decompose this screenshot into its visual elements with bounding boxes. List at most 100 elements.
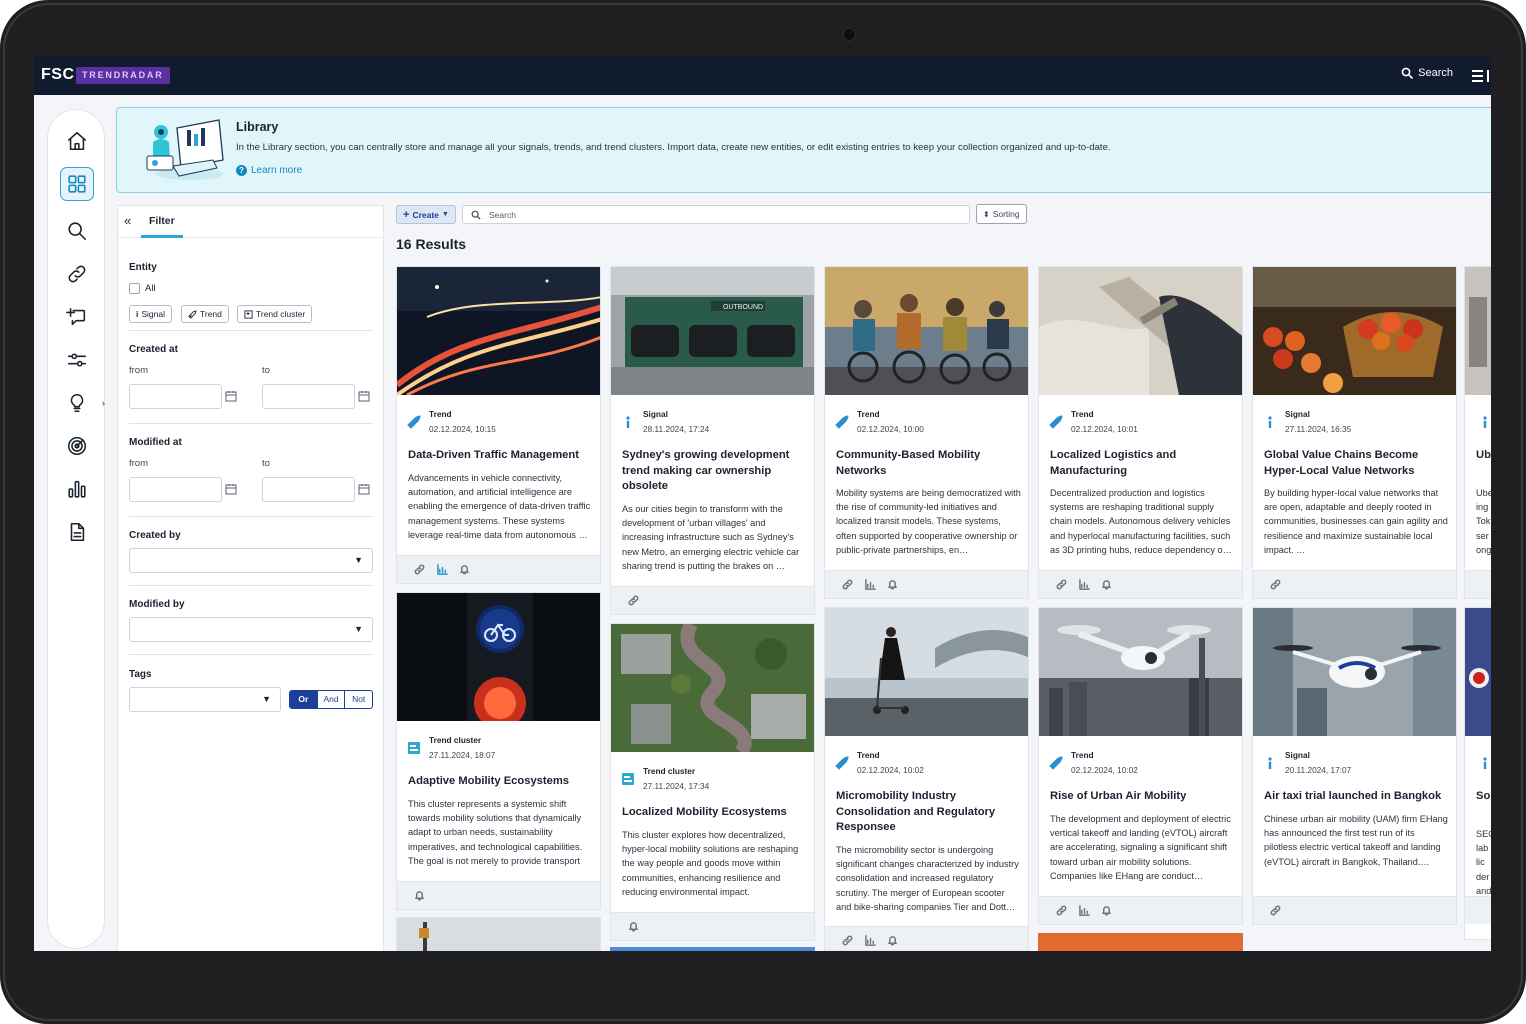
card-description: Advancements in vehicle connectivity, au… [408, 473, 591, 540]
card-localized-mobility[interactable]: Trend cluster 27.11.2024, 17:34 Localize… [610, 623, 815, 941]
logic-and[interactable]: And [316, 691, 345, 708]
nav-add-signal[interactable] [60, 300, 94, 334]
search-input[interactable] [489, 206, 959, 223]
chart-icon[interactable] [437, 564, 448, 575]
card-sydney-development[interactable]: OUTBOUND Signal 28.11.2024, 17:24 Sydney… [610, 266, 815, 615]
logic-not[interactable]: Not [344, 691, 372, 708]
chart-icon[interactable] [1079, 905, 1090, 916]
bell-icon[interactable] [459, 564, 470, 575]
card-image: OUTBOUND [611, 267, 814, 395]
bar-chart-icon [68, 480, 86, 498]
link-icon[interactable] [1270, 905, 1281, 916]
card-air-taxi-bangkok[interactable]: Signal 20.11.2024, 17:07 Air taxi trial … [1252, 607, 1457, 925]
sorting-button[interactable]: ⬍ Sorting [976, 204, 1027, 224]
modified-by-select[interactable]: ▼ [129, 617, 373, 642]
modified-from-input[interactable] [129, 477, 222, 502]
results-count: 16 Results [396, 236, 467, 252]
tags-select[interactable]: ▼ [129, 687, 281, 712]
collapse-double-chevron-icon[interactable]: « [124, 213, 131, 228]
chart-icon[interactable] [865, 935, 876, 946]
card-data-driven-traffic[interactable]: Trend 02.12.2024, 10:15 Data-Driven Traf… [396, 266, 601, 584]
nav-ideas[interactable] [60, 386, 94, 420]
link-icon[interactable] [628, 595, 639, 606]
link-icon[interactable] [1270, 579, 1281, 590]
modified-to-input[interactable] [262, 477, 355, 502]
learn-more-link[interactable]: ? Learn more [236, 165, 302, 176]
logic-or[interactable]: Or [290, 691, 317, 708]
chart-icon[interactable] [1079, 579, 1090, 590]
tab-filter[interactable]: Filter [141, 206, 183, 238]
created-from-input[interactable] [129, 384, 222, 409]
link-icon[interactable] [1056, 905, 1067, 916]
card-community-mobility[interactable]: Trend 02.12.2024, 10:00 Community-Based … [824, 266, 1029, 599]
library-illustration [146, 119, 224, 180]
chevron-down-icon: ▼ [354, 555, 363, 565]
card-title: Adaptive Mobility Ecosystems [408, 775, 570, 787]
logo[interactable]: FSC [41, 66, 75, 84]
nav-analytics[interactable] [60, 472, 94, 506]
calendar-icon[interactable] [358, 390, 370, 402]
card-partial-bottom[interactable]: So Bu SEC lab lic der and [1464, 607, 1491, 940]
bell-icon[interactable] [1101, 579, 1112, 590]
bell-icon[interactable] [628, 921, 639, 932]
chevron-right-icon[interactable]: › [102, 398, 105, 408]
checkbox-box[interactable] [129, 283, 140, 294]
card-localized-logistics[interactable]: Trend 02.12.2024, 10:01 Localized Logist… [1038, 266, 1243, 599]
link-icon[interactable] [1056, 579, 1067, 590]
top-search-button[interactable]: Search [1401, 67, 1453, 79]
link-icon[interactable] [842, 935, 853, 946]
link-icon[interactable] [842, 579, 853, 590]
card-description: The micromobility sector is undergoing s… [836, 845, 1019, 912]
nav-settings[interactable] [60, 343, 94, 377]
calendar-icon[interactable] [225, 483, 237, 495]
card-micromobility[interactable]: Trend 02.12.2024, 10:02 Micromobility In… [824, 607, 1029, 951]
card-peek-3[interactable] [1038, 933, 1243, 951]
nav-library[interactable] [60, 167, 94, 201]
created-by-select[interactable]: ▼ [129, 548, 373, 573]
create-button[interactable]: + Create ▼ [396, 205, 456, 224]
bell-icon[interactable] [1101, 905, 1112, 916]
nav-search[interactable] [60, 214, 94, 248]
chart-icon[interactable] [865, 579, 876, 590]
card-urban-air-mobility[interactable]: Trend 02.12.2024, 10:02 Rise of Urban Ai… [1038, 607, 1243, 925]
chip-signal[interactable]: i Signal [129, 305, 173, 323]
calendar-icon[interactable] [358, 483, 370, 495]
card-footer [397, 555, 600, 583]
menu-icon[interactable] [1469, 67, 1491, 85]
nav-home[interactable] [60, 124, 94, 158]
modified-to-label: to [262, 458, 270, 469]
top-bar: FSC TRENDRADAR Search [34, 57, 1491, 95]
card-footer [1253, 570, 1456, 598]
chip-trend-cluster[interactable]: Trend cluster [237, 305, 313, 323]
modified-from-label: from [129, 458, 148, 469]
card-adaptive-mobility[interactable]: Trend cluster 27.11.2024, 18:07 Adaptive… [396, 592, 601, 910]
created-from-label: from [129, 365, 148, 376]
entity-label: Entity [129, 262, 157, 273]
link-icon[interactable] [414, 564, 425, 575]
svg-text:OUTBOUND: OUTBOUND [723, 304, 763, 311]
nav-links[interactable] [60, 257, 94, 291]
card-type: Trend [1071, 750, 1094, 760]
card-description: The development and deployment of electr… [1050, 814, 1231, 881]
nav-radar[interactable] [60, 429, 94, 463]
card-image [397, 593, 600, 721]
card-image [1253, 267, 1456, 395]
created-to-input[interactable] [262, 384, 355, 409]
bell-icon[interactable] [887, 579, 898, 590]
card-footer [611, 586, 814, 614]
plus-icon: + [403, 208, 410, 221]
card-peek-2[interactable] [610, 947, 815, 951]
nav-reports[interactable] [60, 515, 94, 549]
card-partial-top[interactable]: Ub wit Ube ing Tok ser ong [1464, 266, 1491, 599]
calendar-icon[interactable] [225, 390, 237, 402]
tablet-frame: FSC TRENDRADAR Search › Library In the L… [0, 0, 1526, 1024]
card-peek-1[interactable] [396, 917, 601, 951]
chip-trend[interactable]: Trend [181, 305, 229, 323]
document-icon [70, 522, 85, 542]
card-global-value-chains[interactable]: Signal 27.11.2024, 16:35 Global Value Ch… [1252, 266, 1457, 599]
entity-all-checkbox[interactable]: All [129, 283, 156, 294]
info-icon: i [136, 309, 139, 319]
bell-icon[interactable] [887, 935, 898, 946]
bell-icon[interactable] [414, 890, 425, 901]
card-description: SEC lab lic der and [1476, 829, 1491, 896]
